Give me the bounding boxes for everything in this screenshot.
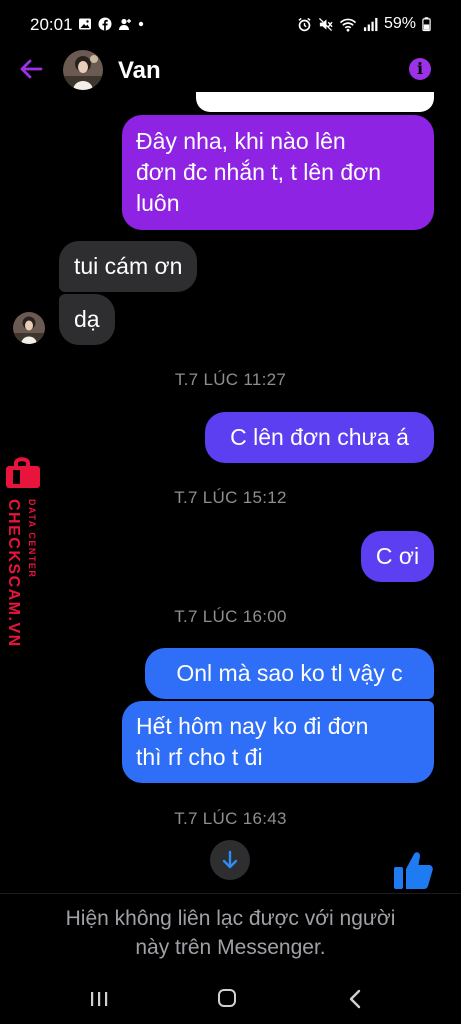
message-text: Onl mà sao ko tl vậy c [176, 660, 403, 686]
avatar-photo [63, 50, 103, 90]
message-line: Đây nha, khi nào lên [136, 128, 346, 154]
conversation-header: Van i [0, 48, 461, 92]
lock-logo [6, 457, 40, 488]
status-right-icons: 59% [297, 15, 431, 33]
checkscam-watermark: CHECKSCAM.VN DATA CENTER [5, 457, 40, 648]
thumbs-up-icon[interactable] [391, 848, 435, 892]
mute-icon [318, 17, 333, 31]
signal-icon [363, 17, 378, 31]
watermark-brand: CHECKSCAM.VN [5, 499, 22, 648]
nav-back-icon[interactable] [348, 989, 362, 1009]
message-timestamp: T.7 LÚC 11:27 [174, 370, 287, 389]
incoming-message[interactable]: tui cám ơn [59, 241, 198, 292]
outgoing-message[interactable]: C lên đơn chưa á [205, 412, 434, 463]
notice-line: Hiện không liên lạc được với người [65, 907, 396, 930]
dot-icon [138, 21, 144, 27]
system-nav-bar [0, 975, 461, 1024]
outgoing-message[interactable]: C ơi [361, 531, 434, 582]
contact-avatar[interactable] [63, 50, 103, 90]
facebook-icon [98, 17, 112, 31]
contact-name[interactable]: Van [118, 57, 161, 85]
message-text: C ơi [375, 543, 420, 569]
contact-avatar-small[interactable] [13, 312, 45, 344]
message-timestamp: T.7 LÚC 15:12 [174, 488, 287, 507]
avatar-photo [13, 312, 45, 344]
notice-line: này trên Messenger. [135, 936, 326, 959]
previous-message-bubble[interactable] [196, 92, 434, 112]
watermark-subtitle: DATA CENTER [27, 499, 37, 578]
gallery-icon [79, 18, 91, 30]
home-icon[interactable] [218, 989, 236, 1007]
message-line: thì rf cho t đi [136, 744, 263, 770]
message-line: Hết hôm nay ko đi đơn [136, 713, 369, 739]
scroll-to-bottom-button[interactable] [210, 840, 250, 880]
outgoing-message[interactable]: Onl mà sao ko tl vậy c [145, 648, 434, 699]
alarm-icon [298, 17, 311, 31]
message-text: tui cám ơn [74, 253, 183, 279]
message-text: dạ [74, 306, 100, 332]
message-timestamp: T.7 LÚC 16:00 [174, 607, 287, 626]
back-arrow-icon[interactable] [18, 56, 44, 82]
incoming-message[interactable]: dạ [59, 294, 115, 345]
info-icon[interactable]: i [409, 58, 431, 80]
person-icon [119, 18, 131, 30]
outgoing-message[interactable]: Hết hôm nay ko đi đơn thì rf cho t đi [122, 701, 434, 783]
message-text: C lên đơn chưa á [230, 424, 409, 450]
message-line: luôn [136, 190, 180, 216]
status-time: 20:01 [30, 15, 73, 34]
outgoing-message[interactable]: Đây nha, khi nào lên đơn đc nhắn t, t lê… [122, 115, 434, 230]
battery-percent: 59% [383, 15, 416, 32]
arrow-down-icon [222, 850, 238, 869]
message-line: đơn đc nhắn t, t lên đơn [136, 159, 381, 185]
status-bar: 20:01 59% [0, 0, 461, 50]
wifi-icon [339, 18, 357, 32]
footer-divider [0, 893, 461, 894]
battery-icon [422, 17, 431, 32]
recent-apps-icon[interactable] [90, 991, 108, 1007]
messenger-screen: 20:01 59% Van i Đây nha, khi nào lên đơn… [0, 0, 461, 1024]
status-left-icons [78, 17, 144, 31]
message-timestamp: T.7 LÚC 16:43 [174, 809, 287, 828]
unavailable-notice: Hiện không liên lạc được với người này t… [20, 904, 441, 962]
